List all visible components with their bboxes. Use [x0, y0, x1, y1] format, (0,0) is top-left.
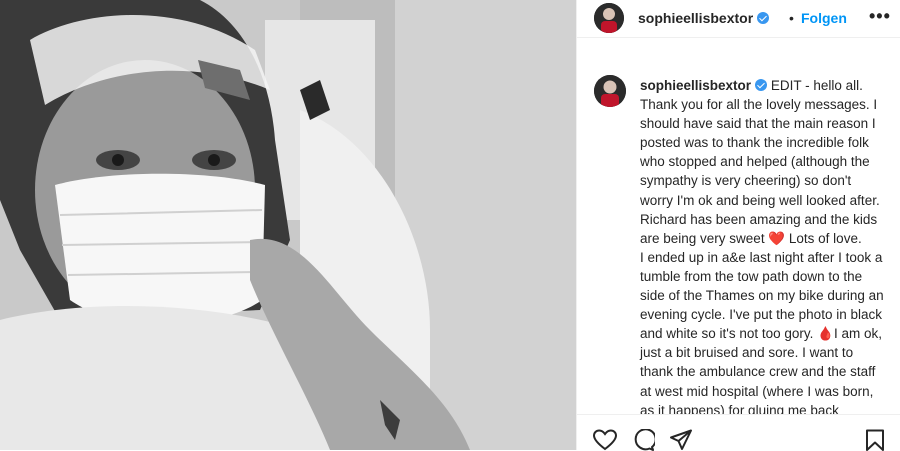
heart-emoji: ❤️ — [768, 230, 786, 246]
avatar-image — [594, 3, 624, 33]
blood-drop-emoji: 🩸 — [817, 326, 835, 342]
action-bar — [577, 414, 900, 451]
post-photo-image — [0, 0, 576, 450]
verified-badge-icon — [757, 12, 770, 24]
caption-area[interactable]: sophieellisbextor EDIT - hello all. Than… — [577, 62, 900, 414]
username-text[interactable]: sophieellisbextor — [638, 10, 753, 26]
avatar[interactable] — [594, 3, 624, 33]
bookmark-icon[interactable] — [864, 429, 886, 451]
caption-username[interactable]: sophieellisbextor — [640, 78, 768, 93]
caption-part-2: Lots of love. — [785, 230, 862, 246]
caption-avatar[interactable] — [594, 75, 626, 107]
separator-dot: • — [789, 10, 794, 26]
caption-part-1: EDIT - hello all. Thank you for all the … — [640, 78, 880, 246]
post-sidebar: sophieellisbextor • Folgen ••• sophieell… — [576, 0, 900, 451]
caption-avatar-image — [594, 75, 626, 107]
heart-icon[interactable] — [593, 429, 617, 451]
post-header: sophieellisbextor • Folgen ••• — [577, 0, 900, 38]
more-options-button[interactable]: ••• — [869, 6, 891, 27]
verified-badge-icon — [755, 79, 768, 91]
caption-username-text[interactable]: sophieellisbextor — [640, 78, 751, 93]
comment-icon[interactable] — [631, 429, 655, 451]
share-icon[interactable] — [669, 429, 693, 451]
post-author-username[interactable]: sophieellisbextor — [638, 10, 770, 26]
post-photo[interactable] — [0, 0, 576, 450]
follow-button[interactable]: Folgen — [801, 10, 847, 26]
caption-text: sophieellisbextor EDIT - hello all. Than… — [640, 76, 885, 414]
